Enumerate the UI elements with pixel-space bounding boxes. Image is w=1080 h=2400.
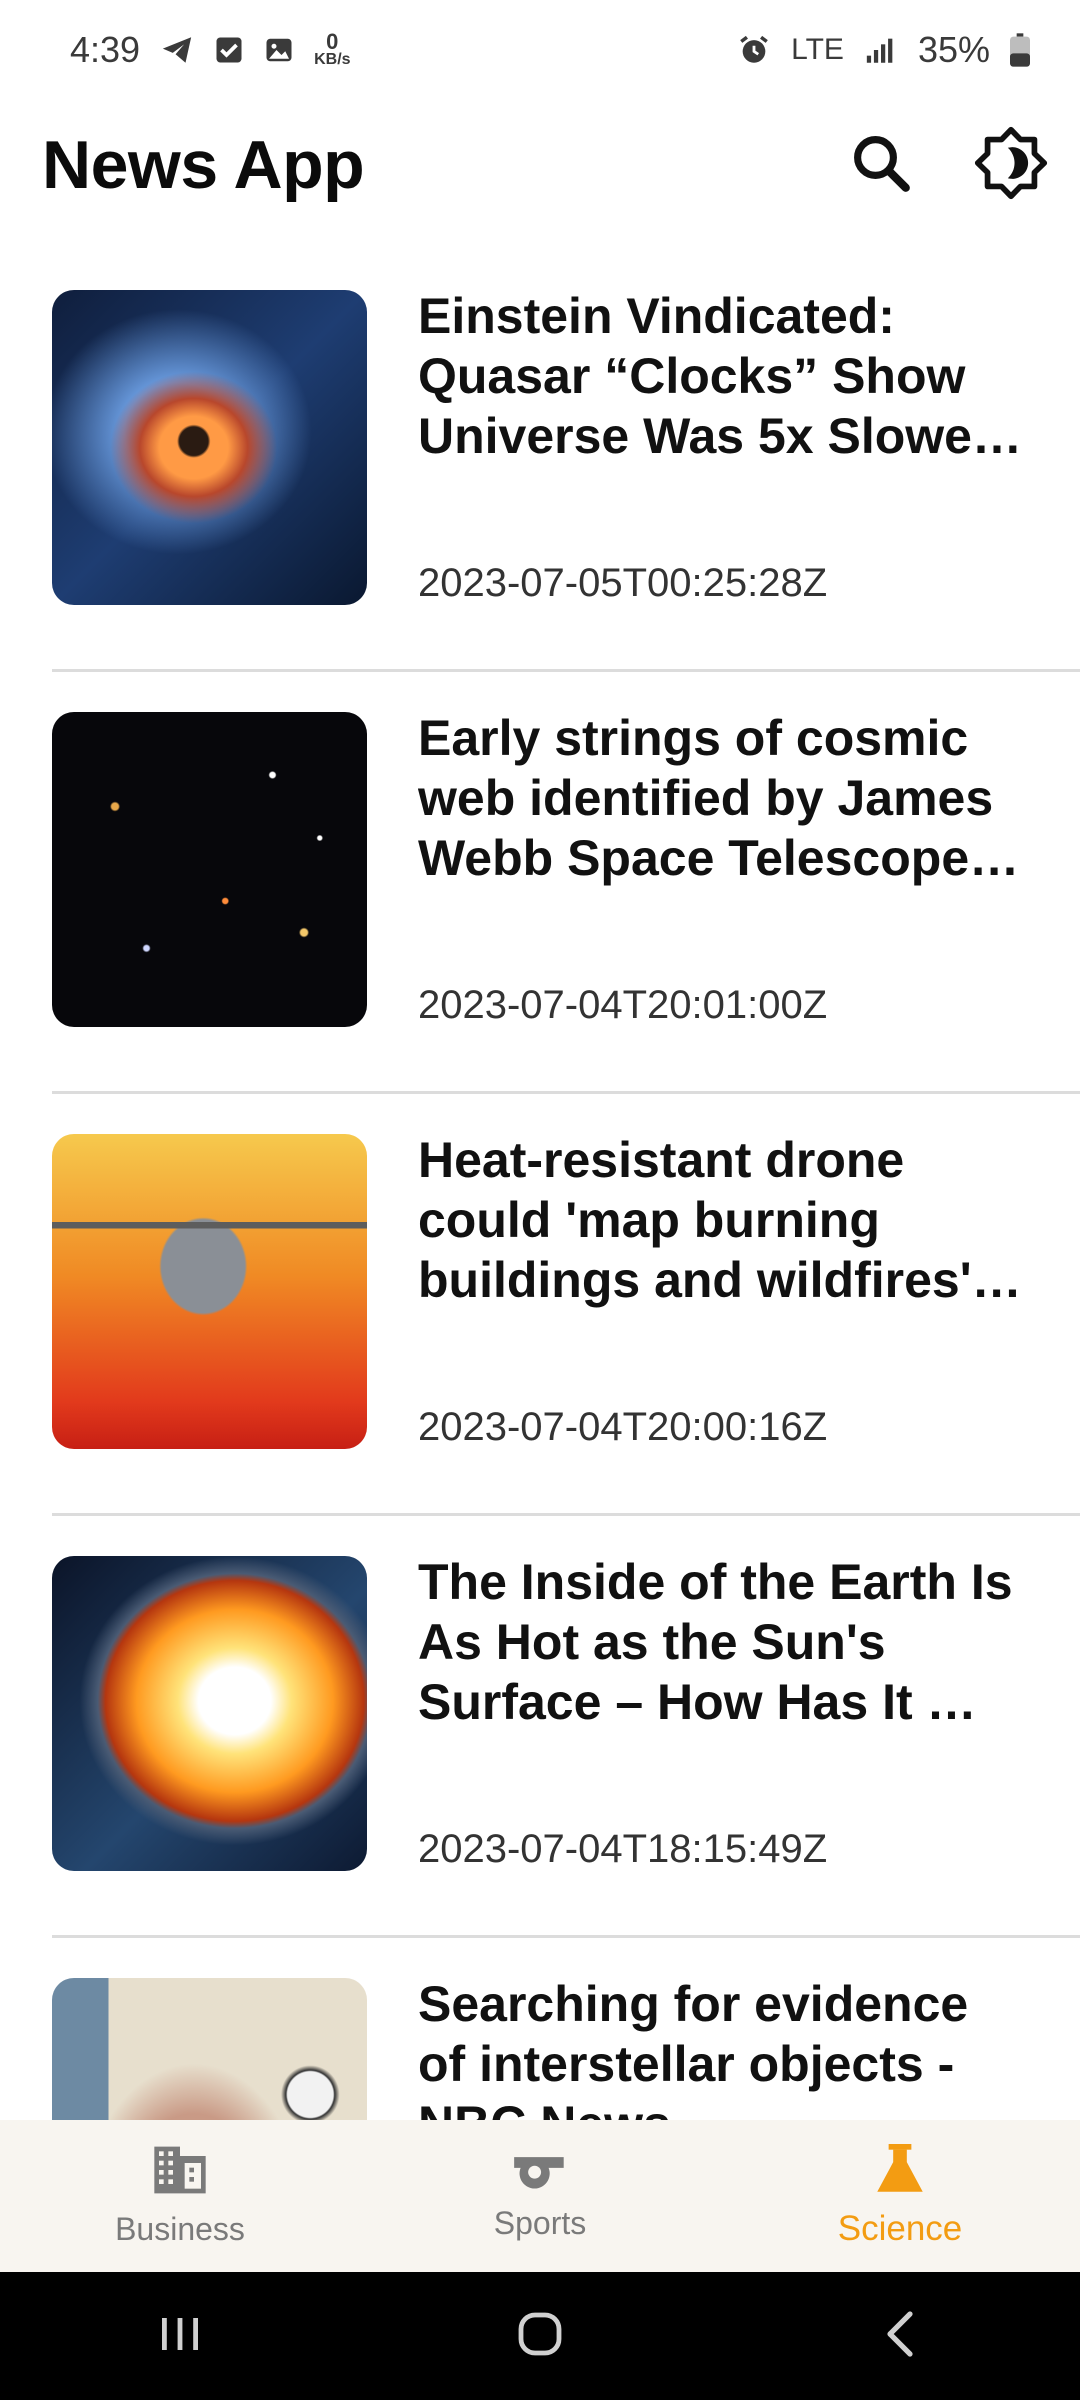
- status-time: 4:39: [70, 29, 141, 70]
- news-title: Einstein Vindicated: Quasar “Clocks” Sho…: [418, 288, 992, 464]
- nav-item-sports[interactable]: Sports: [390, 2120, 690, 2272]
- theme-toggle-button[interactable]: [966, 120, 1056, 210]
- app-title: News App: [42, 127, 365, 203]
- nav-item-business[interactable]: Business: [30, 2120, 330, 2272]
- news-date: 2023-07-04T20:00:16Z: [418, 1405, 828, 1449]
- news-title: Searching for evidence of interstellar o…: [418, 1976, 969, 2120]
- status-bar: 4:39 0 KB/s LTE 35%: [0, 0, 1080, 100]
- signal-icon: [864, 35, 898, 65]
- recent-apps-button[interactable]: [100, 2272, 260, 2400]
- news-thumbnail: [52, 1134, 367, 1449]
- nav-item-science[interactable]: Science: [750, 2120, 1050, 2272]
- news-date: 2023-07-05T00:25:28Z: [418, 561, 828, 605]
- search-icon: [848, 130, 914, 201]
- home-button[interactable]: [460, 2272, 620, 2400]
- recent-apps-icon: [158, 2314, 202, 2359]
- news-body: Searching for evidence of interstellar o…: [418, 1974, 1028, 2120]
- news-title: The Inside of the Earth Is As Hot as the…: [418, 1554, 1013, 1730]
- news-body: The Inside of the Earth Is As Hot as the…: [418, 1552, 1028, 1872]
- news-thumbnail: [52, 1556, 367, 1871]
- news-item[interactable]: Einstein Vindicated: Quasar “Clocks” Sho…: [0, 250, 1080, 672]
- news-item[interactable]: Early strings of cosmic web identified b…: [0, 672, 1080, 1094]
- news-date: 2023-07-04T18:15:49Z: [418, 1827, 828, 1871]
- nav-label: Science: [837, 2208, 963, 2248]
- nav-label: Business: [115, 2211, 245, 2247]
- battery-percent: 35%: [917, 29, 990, 70]
- news-thumbnail: [52, 712, 367, 1027]
- telegram-icon: [160, 33, 194, 67]
- news-item[interactable]: Heat-resistant drone could 'map burning …: [0, 1094, 1080, 1516]
- news-body: Einstein Vindicated: Quasar “Clocks” Sho…: [418, 286, 1028, 606]
- brightness-icon: [973, 125, 1049, 206]
- system-navigation-bar: [0, 2272, 1080, 2400]
- bottom-navigation: Business Sports Science: [0, 2120, 1080, 2272]
- building-icon: [152, 2144, 208, 2201]
- data-speed-unit: KB/s: [314, 51, 351, 68]
- back-button[interactable]: [820, 2272, 980, 2400]
- news-list[interactable]: Einstein Vindicated: Quasar “Clocks” Sho…: [0, 250, 1080, 2120]
- news-item[interactable]: Searching for evidence of interstellar o…: [0, 1938, 1080, 2120]
- news-item[interactable]: The Inside of the Earth Is As Hot as the…: [0, 1516, 1080, 1938]
- app-bar: News App: [0, 110, 1080, 220]
- data-speed-value: 0: [326, 29, 339, 54]
- flask-icon: [875, 2143, 925, 2199]
- news-title: Heat-resistant drone could 'map burning …: [418, 1132, 972, 1308]
- search-button[interactable]: [836, 120, 926, 210]
- app-actions: [836, 120, 1056, 210]
- checkbox-notification-icon: [214, 35, 244, 65]
- news-body: Early strings of cosmic web identified b…: [418, 708, 1028, 1028]
- news-title: Early strings of cosmic web identified b…: [418, 710, 994, 886]
- whistle-icon: [512, 2150, 568, 2195]
- battery-icon: [1010, 33, 1030, 67]
- gallery-icon: [264, 35, 294, 65]
- back-icon: [882, 2310, 918, 2363]
- news-thumbnail: [52, 290, 367, 605]
- news-thumbnail: [52, 1978, 367, 2120]
- news-body: Heat-resistant drone could 'map burning …: [418, 1130, 1028, 1450]
- data-speed-indicator: 0 KB/s: [314, 29, 351, 68]
- news-date: 2023-07-04T20:01:00Z: [418, 983, 828, 1027]
- nav-label: Sports: [493, 2205, 587, 2241]
- status-left: 4:39 0 KB/s: [70, 29, 351, 71]
- alarm-icon: [737, 33, 771, 67]
- home-icon: [516, 2310, 564, 2363]
- status-right: LTE 35%: [737, 29, 1030, 71]
- network-type: LTE: [791, 33, 844, 66]
